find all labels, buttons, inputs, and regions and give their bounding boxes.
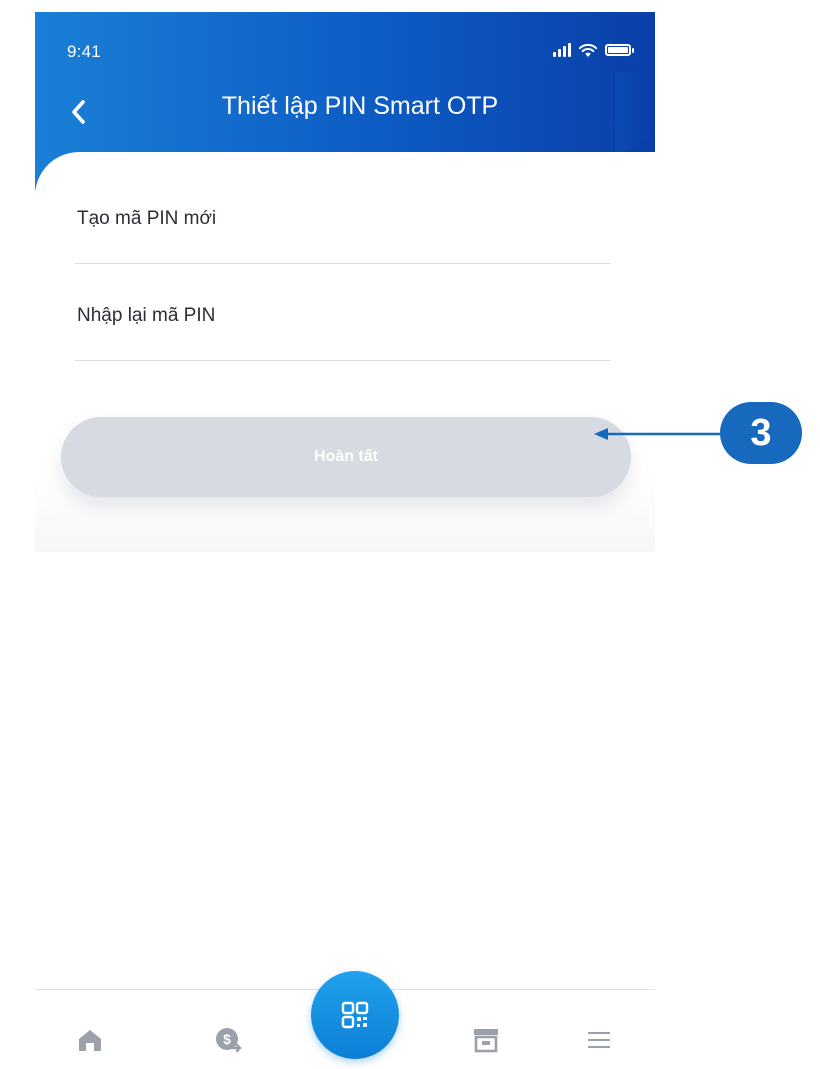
store-icon xyxy=(474,1029,498,1053)
new-pin-field[interactable]: Tạo mã PIN mới xyxy=(75,208,611,264)
status-icons xyxy=(553,40,634,60)
screenshot-canvas: 9:41 Thiết lập PIN Smart OTP Tạo mã PIN … xyxy=(0,0,820,1069)
page-title: Thiết lập PIN Smart OTP xyxy=(221,92,499,120)
qr-scan-button[interactable] xyxy=(311,971,399,1059)
signal-icon xyxy=(553,43,571,57)
phone-screen: 9:41 Thiết lập PIN Smart OTP Tạo mã PIN … xyxy=(35,12,655,1069)
money-transfer-icon: $ xyxy=(216,1028,242,1053)
nav-home[interactable] xyxy=(70,1020,110,1060)
menu-icon xyxy=(588,1032,610,1048)
status-time: 9:41 xyxy=(67,42,101,61)
home-icon xyxy=(79,1030,101,1051)
svg-text:$: $ xyxy=(223,1031,231,1047)
new-pin-label: Tạo mã PIN mới xyxy=(77,208,217,229)
confirm-pin-label: Nhập lại mã PIN xyxy=(77,305,216,326)
annotation-arrow xyxy=(594,428,722,440)
qr-code-icon xyxy=(341,1001,369,1029)
nav-money-transfer[interactable]: $ xyxy=(209,1020,249,1060)
battery-icon xyxy=(605,44,634,56)
wifi-icon xyxy=(578,43,598,57)
nav-menu[interactable] xyxy=(579,1020,619,1060)
done-button[interactable]: Hoàn tất xyxy=(61,417,631,497)
confirm-pin-field[interactable]: Nhập lại mã PIN xyxy=(75,305,611,361)
step-badge: 3 xyxy=(720,402,802,464)
nav-store[interactable] xyxy=(466,1020,506,1060)
